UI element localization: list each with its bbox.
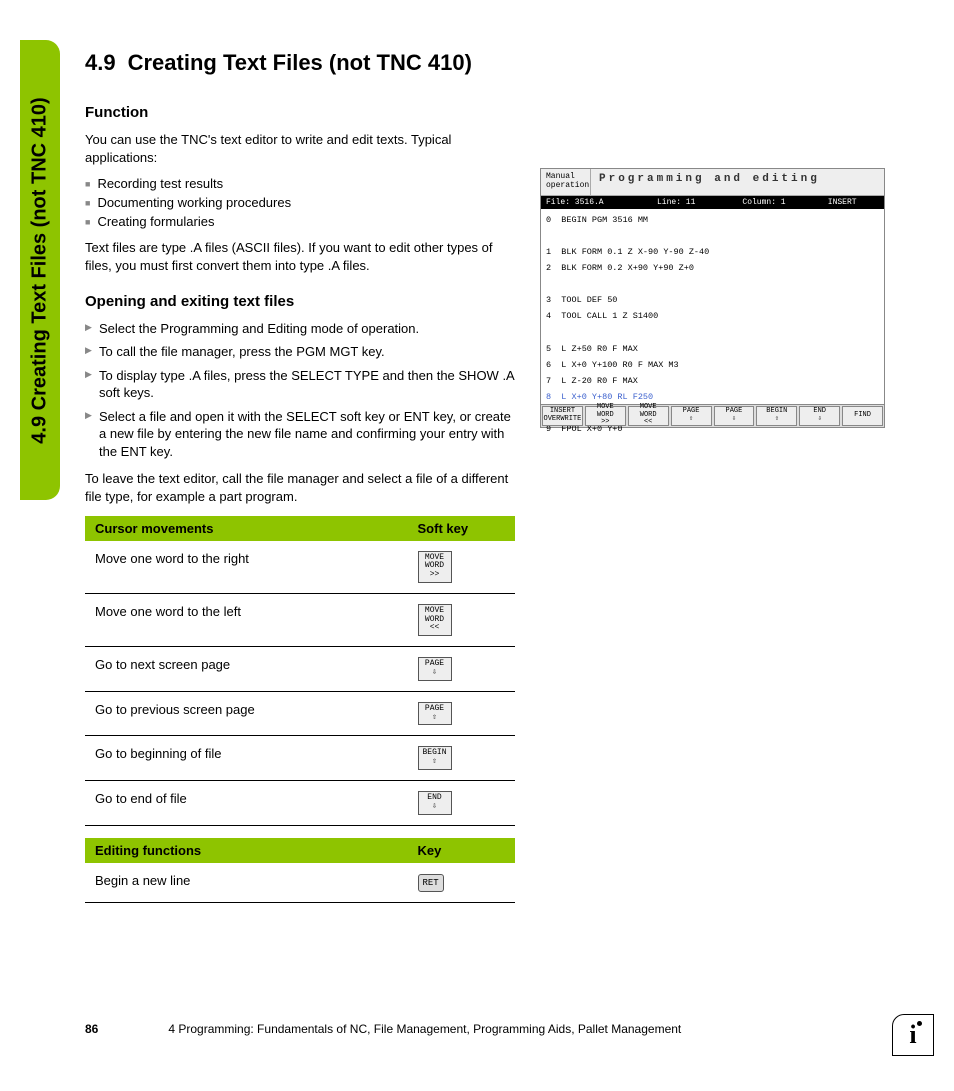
page-title: 4.9 Creating Text Files (not TNC 410) [85, 50, 515, 76]
side-tab-label: 4.9 Creating Text Files (not TNC 410) [29, 97, 52, 443]
opening-heading: Opening and exiting text files [85, 293, 515, 310]
scr-title: Programming and editing [591, 169, 828, 195]
row-key: BEGIN⇧ [408, 736, 516, 781]
code-line [546, 276, 879, 292]
scr-softkey: PAGE⇩ [714, 406, 755, 426]
keycap-ret: RET [418, 874, 444, 892]
scr-line: Line: 11 [657, 198, 742, 207]
table-row: Move one word to the right MOVEWORD>> [85, 541, 515, 594]
softkey-icon: PAGE⇩ [418, 657, 452, 681]
row-key: PAGE⇧ [408, 691, 516, 736]
softkey-icon: MOVEWORD<< [418, 604, 452, 636]
step: To call the file manager, press the PGM … [85, 343, 515, 361]
step: Select a file and open it with the SELEC… [85, 408, 515, 461]
row-key: MOVEWORD>> [408, 541, 516, 594]
code-line: 6 L X+0 Y+100 R0 F MAX M3 [546, 357, 879, 373]
row-label: Move one word to the left [85, 593, 408, 646]
softkey-icon: MOVEWORD>> [418, 551, 452, 583]
code-line [546, 228, 879, 244]
row-key: MOVEWORD<< [408, 593, 516, 646]
scr-softkeys: INSERTOVERWRITEMOVEWORD>>MOVEWORD<<PAGE⇧… [541, 404, 884, 427]
table-row: Go to beginning of file BEGIN⇧ [85, 736, 515, 781]
code-line: 4 TOOL CALL 1 Z S1400 [546, 308, 879, 324]
table-row: Go to end of file END⇩ [85, 781, 515, 826]
scr-status: File: 3516.A Line: 11 Column: 1 INSERT [541, 196, 884, 209]
opening-leave: To leave the text editor, call the file … [85, 470, 515, 505]
function-bullets: Recording test results Documenting worki… [85, 176, 515, 229]
scr-softkey: BEGIN⇧ [756, 406, 797, 426]
scr-file: File: 3516.A [546, 198, 657, 207]
function-heading: Function [85, 104, 515, 121]
code-line: 3 TOOL DEF 50 [546, 292, 879, 308]
footer: 86 4 Programming: Fundamentals of NC, Fi… [85, 1022, 885, 1036]
code-line: 5 L Z+50 R0 F MAX [546, 341, 879, 357]
code-line: 7 L Z-20 R0 F MAX [546, 373, 879, 389]
row-label: Move one word to the right [85, 541, 408, 594]
step: To display type .A files, press the SELE… [85, 367, 515, 402]
th-cursor: Cursor movements [85, 516, 408, 541]
row-key: END⇩ [408, 781, 516, 826]
row-label: Go to next screen page [85, 647, 408, 692]
scr-header: Manual operation Programming and editing [541, 169, 884, 196]
row-key: RET [408, 863, 516, 903]
row-label: Go to beginning of file [85, 736, 408, 781]
scr-mode: Manual operation [541, 169, 591, 195]
th-key: Key [408, 838, 516, 863]
editing-table: Editing functions Key Begin a new line R… [85, 838, 515, 903]
main-content: 4.9 Creating Text Files (not TNC 410) Fun… [85, 50, 515, 915]
th-editing: Editing functions [85, 838, 408, 863]
scr-softkey: END⇩ [799, 406, 840, 426]
scr-softkey: MOVEWORD<< [628, 406, 669, 426]
th-softkey: Soft key [408, 516, 516, 541]
table-row: Move one word to the left MOVEWORD<< [85, 593, 515, 646]
code-line: 1 BLK FORM 0.1 Z X-90 Y-90 Z-40 [546, 244, 879, 260]
opening-steps: Select the Programming and Editing mode … [85, 320, 515, 461]
function-intro: You can use the TNC's text editor to wri… [85, 131, 515, 166]
bullet: Recording test results [85, 176, 515, 191]
softkey-icon: PAGE⇧ [418, 702, 452, 726]
section-title: Creating Text Files (not TNC 410) [128, 50, 472, 75]
scr-softkey: FIND [842, 406, 883, 426]
info-letter: i [909, 1020, 916, 1050]
scr-softkey: PAGE⇧ [671, 406, 712, 426]
code-line: 2 BLK FORM 0.2 X+90 Y+90 Z+0 [546, 260, 879, 276]
section-number: 4.9 [85, 50, 116, 75]
scr-col: Column: 1 [742, 198, 827, 207]
page-number: 86 [85, 1022, 98, 1036]
code-line [546, 325, 879, 341]
table-row: Go to previous screen page PAGE⇧ [85, 691, 515, 736]
function-note: Text files are type .A files (ASCII file… [85, 239, 515, 274]
side-tab: 4.9 Creating Text Files (not TNC 410) [20, 40, 60, 500]
table-row: Go to next screen page PAGE⇩ [85, 647, 515, 692]
row-label: Begin a new line [85, 863, 408, 903]
table-row: Begin a new line RET [85, 863, 515, 903]
row-label: Go to end of file [85, 781, 408, 826]
row-key: PAGE⇩ [408, 647, 516, 692]
bullet: Documenting working procedures [85, 195, 515, 210]
scr-softkey: INSERTOVERWRITE [542, 406, 583, 426]
scr-softkey: MOVEWORD>> [585, 406, 626, 426]
scr-body: 0 BEGIN PGM 3516 MM 1 BLK FORM 0.1 Z X-9… [541, 209, 884, 404]
chapter-title: 4 Programming: Fundamentals of NC, File … [168, 1022, 681, 1036]
cursor-table: Cursor movements Soft key Move one word … [85, 516, 515, 826]
code-line: 0 BEGIN PGM 3516 MM [546, 212, 879, 228]
scr-insmode: INSERT [828, 198, 879, 207]
bullet: Creating formularies [85, 214, 515, 229]
info-icon: i [892, 1014, 934, 1056]
row-label: Go to previous screen page [85, 691, 408, 736]
softkey-icon: END⇩ [418, 791, 452, 815]
tnc-screenshot: Manual operation Programming and editing… [540, 168, 885, 428]
step: Select the Programming and Editing mode … [85, 320, 515, 338]
softkey-icon: BEGIN⇧ [418, 746, 452, 770]
